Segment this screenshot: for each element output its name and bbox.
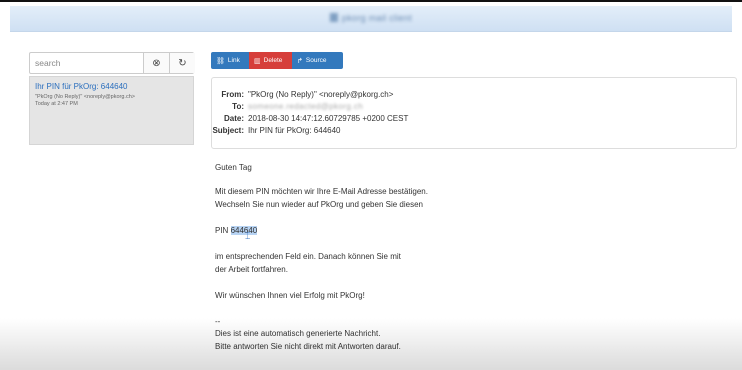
mail-item-time: Today at 2:47 PM: [35, 101, 78, 107]
refresh-button[interactable]: ↻: [169, 53, 195, 73]
link-button-label: Link: [227, 57, 240, 64]
clear-search-button[interactable]: ⊗: [143, 53, 169, 73]
date-label: Date:: [223, 114, 244, 123]
signature-line-1: Dies ist eine automatisch generierte Nac…: [215, 329, 381, 338]
signature-separator: --: [215, 317, 221, 326]
subject-value: Ihr PIN für PkOrg: 644640: [248, 126, 341, 135]
search-input[interactable]: [30, 53, 143, 73]
link-icon: ⛓: [216, 57, 225, 65]
trash-icon: ▥: [254, 57, 261, 65]
app-window: pkorg mail client ⊗ ↻ Ihr PIN für PkOrg:…: [0, 0, 742, 370]
body-line-4: der Arbeit fortfahren.: [215, 265, 288, 274]
delete-button[interactable]: ▥ Delete: [249, 52, 292, 69]
message-toolbar: ⛓ Link ▥ Delete ↱ Source: [211, 52, 343, 69]
message-header-panel: From: "PkOrg (No Reply)" <noreply@pkorg.…: [211, 77, 737, 149]
from-row: From: "PkOrg (No Reply)" <noreply@pkorg.…: [212, 89, 738, 101]
source-icon: ↱: [297, 57, 303, 65]
mail-sidebar: ⊗ ↻ Ihr PIN für PkOrg: 644640 "PkOrg (No…: [29, 52, 195, 145]
text-cursor-icon: ⌶: [245, 231, 251, 241]
signature-line-2: Bitte antworten Sie nicht direkt mit Ant…: [215, 342, 401, 351]
pin-prefix: PIN: [215, 226, 231, 235]
date-row: Date: 2018-08-30 14:47:12.60729785 +0200…: [212, 113, 738, 125]
body-line-3: im entsprechenden Feld ein. Danach könne…: [215, 252, 401, 261]
to-row: To: someone.redacted@pkorg.ch: [212, 101, 738, 113]
link-button[interactable]: ⛓ Link: [211, 52, 249, 69]
body-greeting: Guten Tag: [215, 163, 252, 172]
mail-list-item[interactable]: Ihr PIN für PkOrg: 644640 "PkOrg (No Rep…: [29, 76, 194, 145]
body-line-2: Wechseln Sie nun wieder auf PkOrg und ge…: [215, 200, 423, 209]
source-button[interactable]: ↱ Source: [292, 52, 343, 69]
source-button-label: Source: [305, 57, 327, 64]
app-title: pkorg mail client: [329, 13, 413, 23]
app-logo-icon: [329, 13, 338, 22]
body-line-5: Wir wünschen Ihnen viel Erfolg mit PkOrg…: [215, 291, 365, 300]
to-value: someone.redacted@pkorg.ch: [248, 102, 364, 111]
clear-icon: ⊗: [152, 57, 161, 69]
from-value: "PkOrg (No Reply)" <noreply@pkorg.ch>: [248, 90, 394, 99]
delete-button-label: Delete: [263, 57, 283, 64]
top-border: [0, 0, 742, 2]
header-bar: pkorg mail client: [10, 6, 732, 32]
refresh-icon: ↻: [178, 57, 187, 69]
subject-label: Subject:: [212, 126, 244, 135]
app-title-text: pkorg mail client: [341, 13, 413, 23]
mail-item-subject: Ihr PIN für PkOrg: 644640: [35, 82, 128, 91]
date-value: 2018-08-30 14:47:12.60729785 +0200 CEST: [248, 114, 409, 123]
pin-value[interactable]: 644640: [230, 226, 258, 235]
to-label: To:: [232, 102, 244, 111]
search-box: ⊗ ↻: [29, 52, 195, 74]
subject-row: Subject: Ihr PIN für PkOrg: 644640: [212, 125, 738, 137]
mail-item-sender: "PkOrg (No Reply)" <noreply@pkorg.ch>: [35, 94, 135, 100]
body-line-1: Mit diesem PIN möchten wir Ihre E-Mail A…: [215, 187, 428, 196]
from-label: From:: [221, 90, 244, 99]
